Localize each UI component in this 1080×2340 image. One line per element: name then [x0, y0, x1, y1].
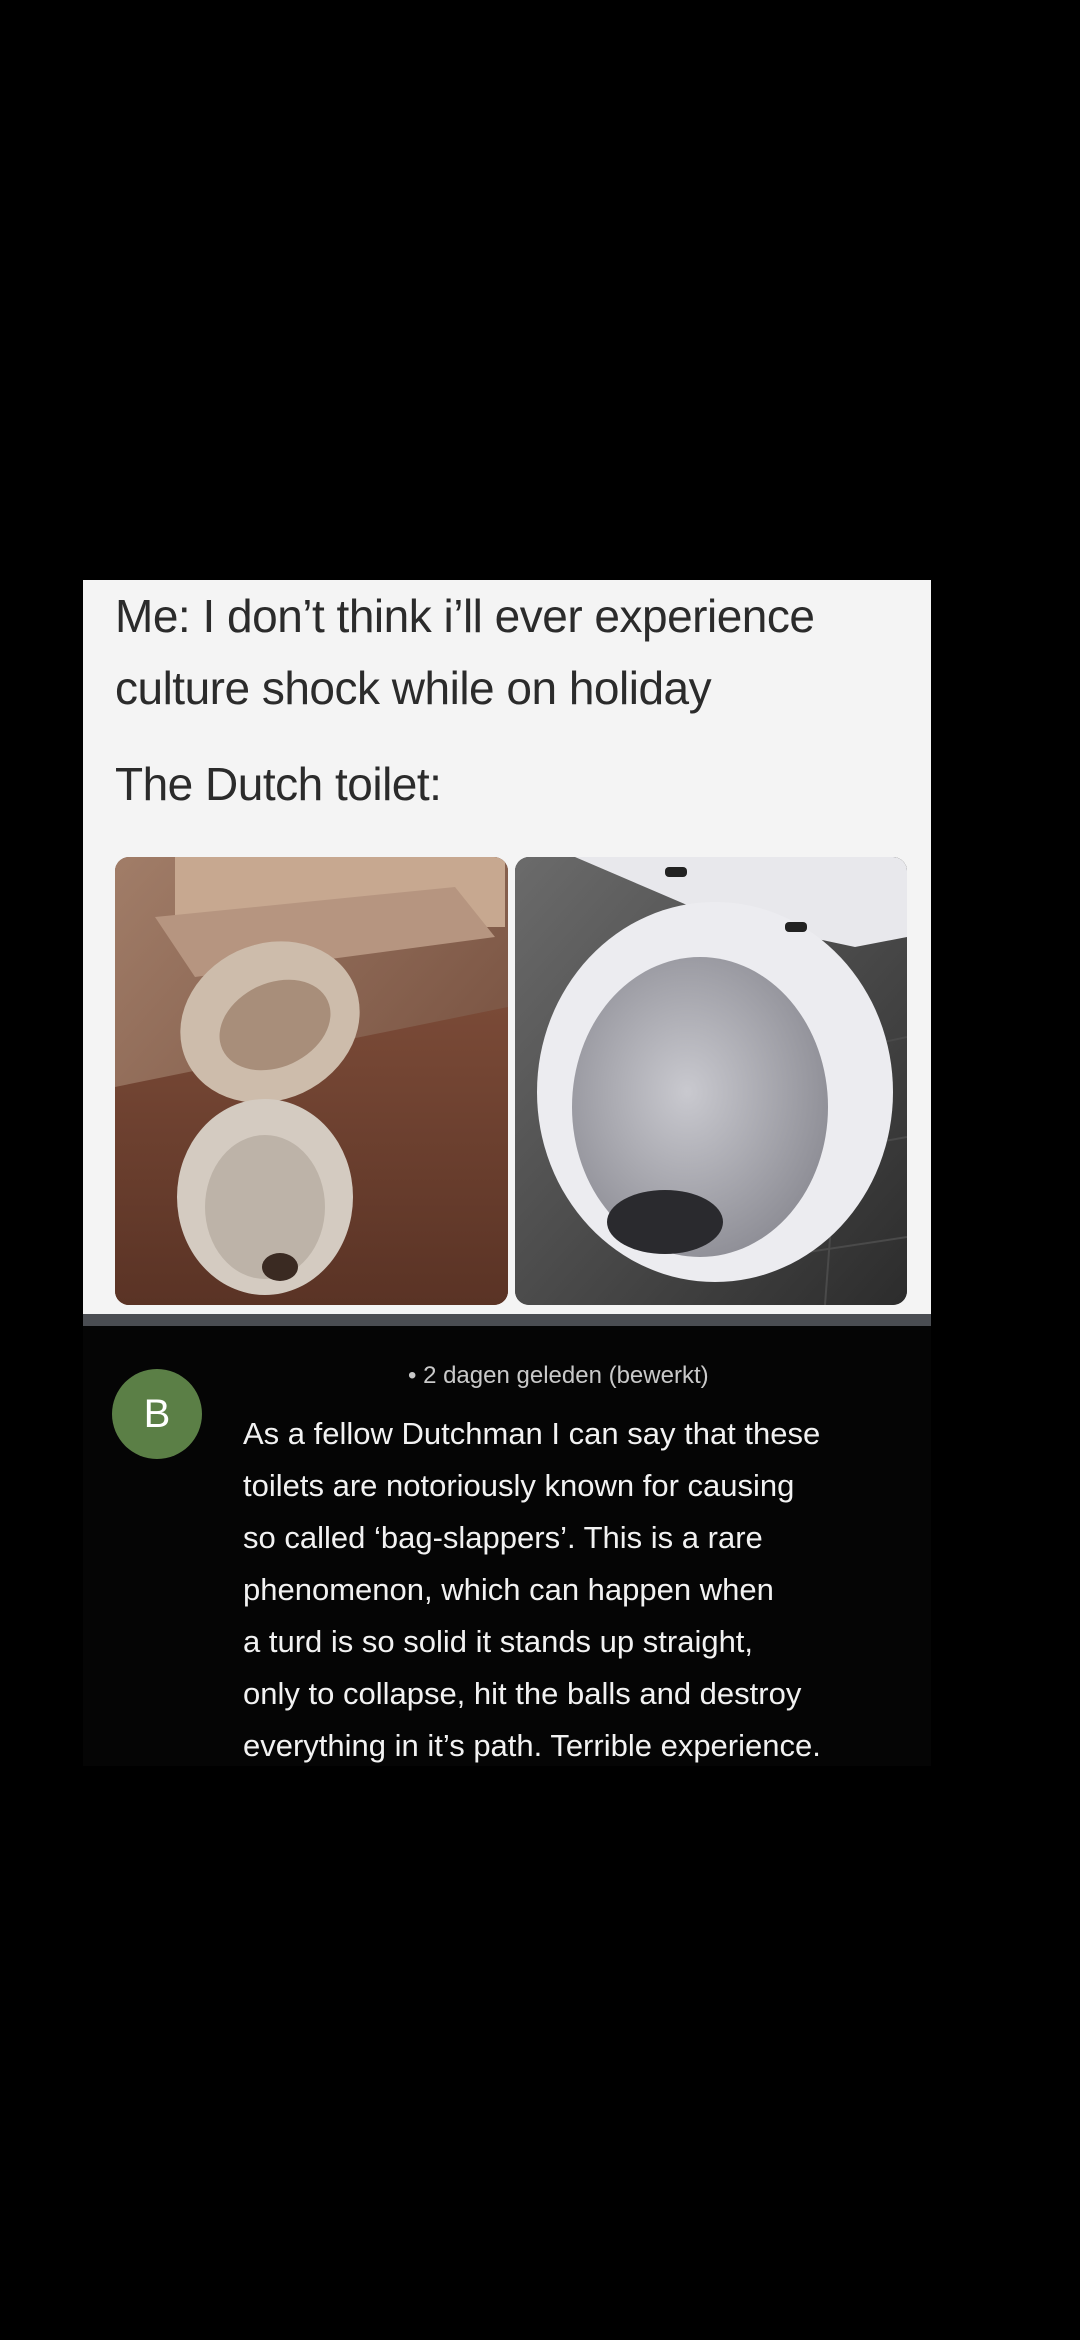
avatar[interactable]: B	[112, 1369, 202, 1459]
toilet-photo-right	[515, 857, 907, 1305]
comment-line: As a fellow Dutchman I can say that thes…	[243, 1416, 821, 1451]
comment-line: only to collapse, hit the balls and dest…	[243, 1676, 802, 1711]
comment-line: phenomenon, which can happen when	[243, 1572, 774, 1607]
meme-caption-line: Me: I don’t think i’ll ever experience	[115, 590, 815, 642]
comment-line: toilets are notoriously known for causin…	[243, 1468, 795, 1503]
meme-card: Me: I don’t think i’ll ever experience c…	[83, 580, 931, 1325]
comment-timestamp: • 2 dagen geleden (bewerkt)	[408, 1362, 709, 1389]
meme-caption-line: culture shock while on holiday	[115, 662, 712, 714]
comment: B • 2 dagen geleden (bewerkt) As a fello…	[83, 1326, 931, 1766]
meme-caption: Me: I don’t think i’ll ever experience c…	[115, 580, 915, 820]
toilet-photo-left	[115, 857, 508, 1305]
toilet-shelf-bowl-image	[515, 857, 907, 1305]
toilet-round-bowl-image	[115, 857, 508, 1305]
comment-line: a turd is so solid it stands up straight…	[243, 1624, 754, 1659]
meme-caption-line: The Dutch toilet:	[115, 758, 442, 810]
card-divider	[83, 1314, 931, 1326]
comment-line: everything in it’s path. Terrible experi…	[243, 1728, 821, 1763]
comment-line: so called ‘bag-slappers’. This is a rare	[243, 1520, 763, 1555]
comment-text: As a fellow Dutchman I can say that thes…	[243, 1408, 933, 1772]
